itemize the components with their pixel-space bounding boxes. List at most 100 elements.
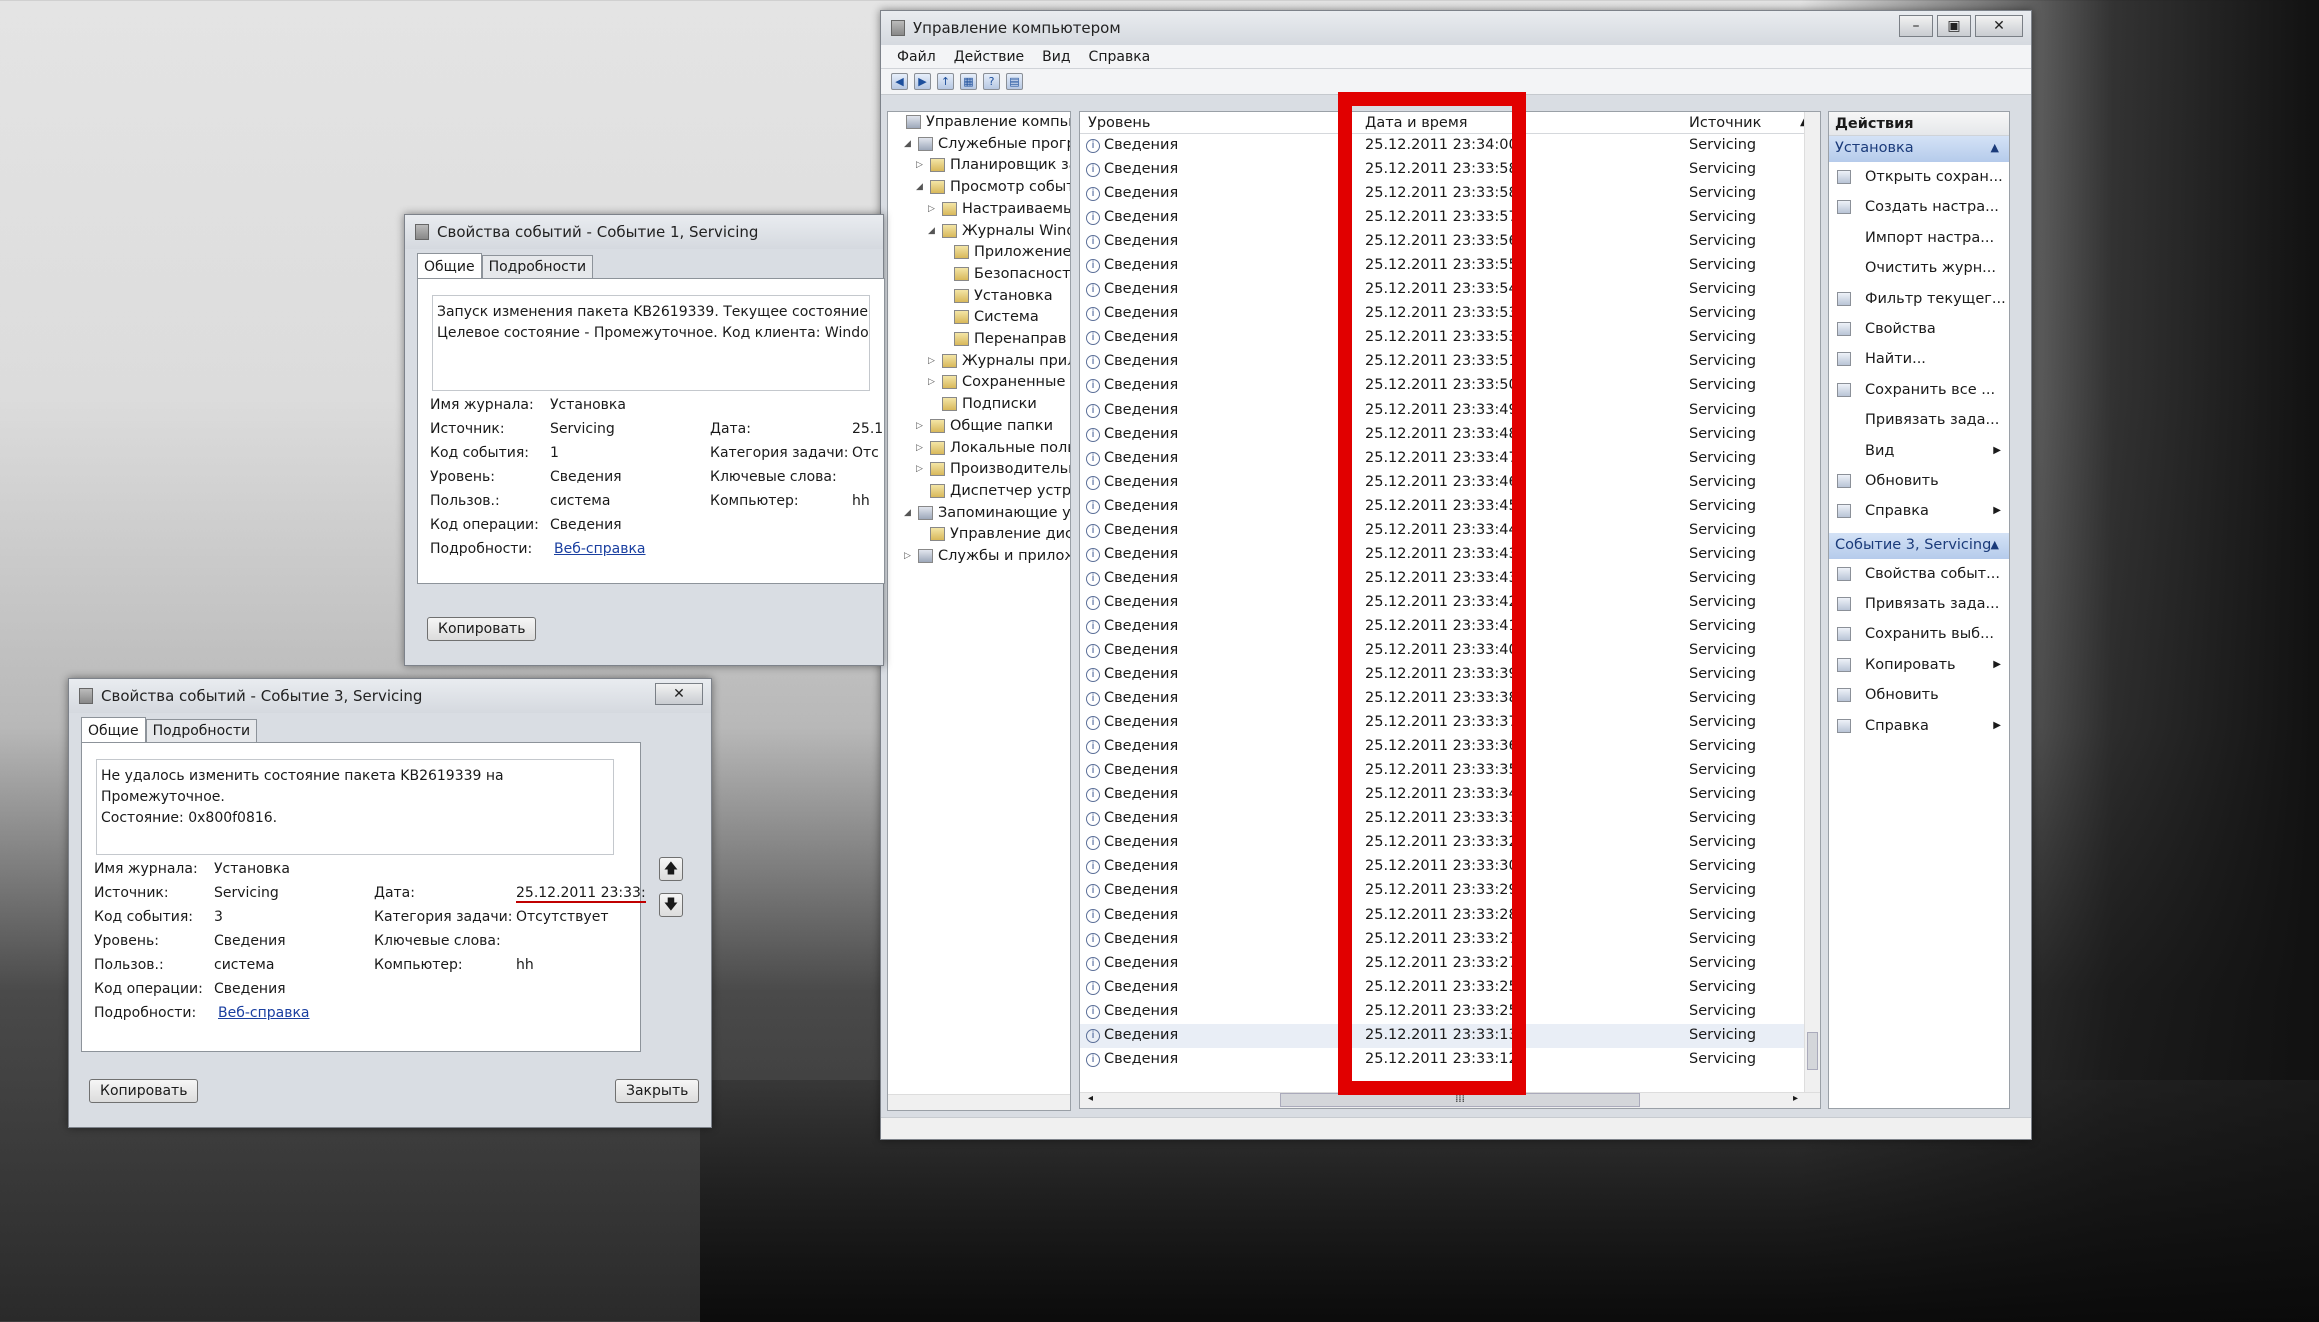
tree-node[interactable]: Управление диска xyxy=(916,526,1070,542)
expand-toggle-icon[interactable]: ▷ xyxy=(916,443,928,453)
back-arrow-icon[interactable]: ◀ xyxy=(891,73,908,90)
table-row[interactable]: i Сведения 25.12.2011 23:33:34 Servicing xyxy=(1080,783,1820,807)
expand-toggle-icon[interactable]: ▷ xyxy=(916,421,928,431)
action-item[interactable]: Обновить xyxy=(1829,466,2009,496)
expand-toggle-icon[interactable]: ▷ xyxy=(916,464,928,474)
table-row[interactable]: i Сведения 25.12.2011 23:33:25 Servicing xyxy=(1080,976,1820,1000)
expand-toggle-icon[interactable]: ▷ xyxy=(904,551,916,561)
tab-details[interactable]: Подробности xyxy=(481,255,594,278)
table-row[interactable]: i Сведения 25.12.2011 23:33:48 Servicing xyxy=(1080,423,1820,447)
table-row[interactable]: i Сведения 25.12.2011 23:33:50 Servicing xyxy=(1080,374,1820,398)
menu-help[interactable]: Справка xyxy=(1089,49,1151,65)
web-help-link[interactable]: Веб-справка xyxy=(554,541,646,557)
tree-node[interactable]: Приложение xyxy=(940,244,1070,260)
table-row[interactable]: i Сведения 25.12.2011 23:33:39 Servicing xyxy=(1080,663,1820,687)
tree-node[interactable]: Безопасност xyxy=(940,266,1070,282)
actions-section-setup[interactable]: Установка ▲ xyxy=(1829,136,2009,162)
event-list-hscroll[interactable]: ◂ ⁞⁞⁞ ▸ xyxy=(1080,1092,1820,1108)
event-list-vscroll[interactable] xyxy=(1804,112,1820,1108)
maximize-button[interactable]: ▣ xyxy=(1937,15,1971,37)
tree-node[interactable]: ▷ Настраиваемы xyxy=(928,201,1070,217)
menu-view[interactable]: Вид xyxy=(1042,49,1070,65)
tree-node[interactable]: Перенаправ xyxy=(940,331,1066,347)
up-folder-icon[interactable]: ↑ xyxy=(937,73,954,90)
expand-toggle-icon[interactable]: ◢ xyxy=(904,139,916,149)
tab-general[interactable]: Общие xyxy=(81,717,146,742)
expand-toggle-icon[interactable]: ▷ xyxy=(916,160,928,170)
tree-node[interactable]: Диспетчер устрой xyxy=(916,483,1070,499)
table-row[interactable]: i Сведения 25.12.2011 23:33:12 Servicing xyxy=(1080,1048,1820,1072)
table-row[interactable]: i Сведения 25.12.2011 23:34:00 Servicing xyxy=(1080,134,1820,158)
expand-toggle-icon[interactable]: ◢ xyxy=(928,226,940,236)
table-row[interactable]: i Сведения 25.12.2011 23:33:51 Servicing xyxy=(1080,350,1820,374)
action-item[interactable]: Фильтр текущег... xyxy=(1829,284,2009,314)
action-item[interactable]: Сохранить все ... xyxy=(1829,375,2009,405)
show-tree-icon[interactable]: ▦ xyxy=(960,73,977,90)
table-row[interactable]: i Сведения 25.12.2011 23:33:44 Servicing xyxy=(1080,519,1820,543)
expand-toggle-icon[interactable]: ▷ xyxy=(928,377,940,387)
expand-toggle-icon[interactable]: ▷ xyxy=(928,356,940,366)
menu-action[interactable]: Действие xyxy=(954,49,1024,65)
dialog3-close-x-button[interactable]: ✕ xyxy=(655,683,703,705)
table-row[interactable]: i Сведения 25.12.2011 23:33:46 Servicing xyxy=(1080,471,1820,495)
table-row[interactable]: i Сведения 25.12.2011 23:33:36 Servicing xyxy=(1080,735,1820,759)
tab-details[interactable]: Подробности xyxy=(145,719,258,742)
table-row[interactable]: i Сведения 25.12.2011 23:33:32 Servicing xyxy=(1080,831,1820,855)
table-row[interactable]: i Сведения 25.12.2011 23:33:37 Servicing xyxy=(1080,711,1820,735)
table-row[interactable]: i Сведения 25.12.2011 23:33:45 Servicing xyxy=(1080,495,1820,519)
tree-node[interactable]: ▷ Службы и приложен xyxy=(904,548,1070,564)
hscroll-thumb[interactable]: ⁞⁞⁞ xyxy=(1280,1093,1640,1107)
tree-hscroll[interactable] xyxy=(888,1094,1070,1110)
action-item[interactable]: Справка ▶ xyxy=(1829,711,2009,741)
action-item[interactable]: Свойства событ... xyxy=(1829,559,2009,589)
web-help-link[interactable]: Веб-справка xyxy=(218,1005,310,1021)
table-row[interactable]: i Сведения 25.12.2011 23:33:57 Servicing xyxy=(1080,206,1820,230)
copy-button[interactable]: Копировать xyxy=(427,617,537,641)
tree-node[interactable]: ▷ Планировщик зад xyxy=(916,157,1070,173)
expand-toggle-icon[interactable]: ◢ xyxy=(916,182,928,192)
table-row[interactable]: i Сведения 25.12.2011 23:33:38 Servicing xyxy=(1080,687,1820,711)
actions-section-event[interactable]: Событие 3, Servicing ▲ xyxy=(1829,532,2009,559)
table-row[interactable]: i Сведения 25.12.2011 23:33:27 Servicing xyxy=(1080,952,1820,976)
action-item[interactable]: Очистить журн... xyxy=(1829,253,2009,283)
table-row[interactable]: i Сведения 25.12.2011 23:33:53 Servicing xyxy=(1080,302,1820,326)
action-item[interactable]: Привязать зада... xyxy=(1829,405,2009,435)
minimize-button[interactable]: – xyxy=(1899,15,1933,37)
action-item[interactable]: Сохранить выб... xyxy=(1829,619,2009,649)
collapse-arrow-icon[interactable]: ▲ xyxy=(1991,538,1999,551)
action-item[interactable]: Обновить xyxy=(1829,680,2009,710)
next-event-button[interactable]: 🡇 xyxy=(659,893,683,917)
table-row[interactable]: i Сведения 25.12.2011 23:33:41 Servicing xyxy=(1080,615,1820,639)
action-item[interactable]: Свойства xyxy=(1829,314,2009,344)
action-item[interactable]: Привязать зада... xyxy=(1829,589,2009,619)
close-button[interactable]: ✕ xyxy=(1975,15,2023,37)
tree-node[interactable]: ◢ Служебные програм xyxy=(904,136,1070,152)
tree-node[interactable]: ◢ Журналы Wind xyxy=(928,223,1070,239)
column-level[interactable]: Уровень xyxy=(1088,115,1150,131)
forward-arrow-icon[interactable]: ▶ xyxy=(914,73,931,90)
action-item[interactable]: Открыть сохран... xyxy=(1829,162,2009,192)
table-row[interactable]: i Сведения 25.12.2011 23:33:56 Servicing xyxy=(1080,230,1820,254)
collapse-arrow-icon[interactable]: ▲ xyxy=(1991,141,1999,154)
action-item[interactable]: Найти... xyxy=(1829,344,2009,374)
copy-button[interactable]: Копировать xyxy=(89,1079,199,1103)
table-row[interactable]: i Сведения 25.12.2011 23:33:49 Servicing xyxy=(1080,399,1820,423)
table-row[interactable]: i Сведения 25.12.2011 23:33:43 Servicing xyxy=(1080,543,1820,567)
tree-node[interactable]: ◢ Просмотр событи xyxy=(916,179,1070,195)
tree-node[interactable]: ▷ Общие папки xyxy=(916,418,1053,434)
action-item[interactable]: Вид ▶ xyxy=(1829,436,2009,466)
help-icon[interactable]: ? xyxy=(983,73,1000,90)
menu-file[interactable]: Файл xyxy=(897,49,936,65)
table-row[interactable]: i Сведения 25.12.2011 23:33:55 Servicing xyxy=(1080,254,1820,278)
table-row[interactable]: i Сведения 25.12.2011 23:33:27 Servicing xyxy=(1080,928,1820,952)
expand-toggle-icon[interactable]: ◢ xyxy=(904,508,916,518)
tree-node[interactable]: ▷ Журналы прил xyxy=(928,353,1070,369)
tab-general[interactable]: Общие xyxy=(417,253,482,278)
table-row[interactable]: i Сведения 25.12.2011 23:33:42 Servicing xyxy=(1080,591,1820,615)
close-button[interactable]: Закрыть xyxy=(615,1079,700,1103)
action-item[interactable]: Импорт настра... xyxy=(1829,223,2009,253)
table-row[interactable]: i Сведения 25.12.2011 23:33:53 Servicing xyxy=(1080,326,1820,350)
table-row[interactable]: i Сведения 25.12.2011 23:33:54 Servicing xyxy=(1080,278,1820,302)
action-pane-icon[interactable]: ▤ xyxy=(1006,73,1023,90)
tree-node[interactable]: ◢ Запоминающие устр xyxy=(904,505,1070,521)
